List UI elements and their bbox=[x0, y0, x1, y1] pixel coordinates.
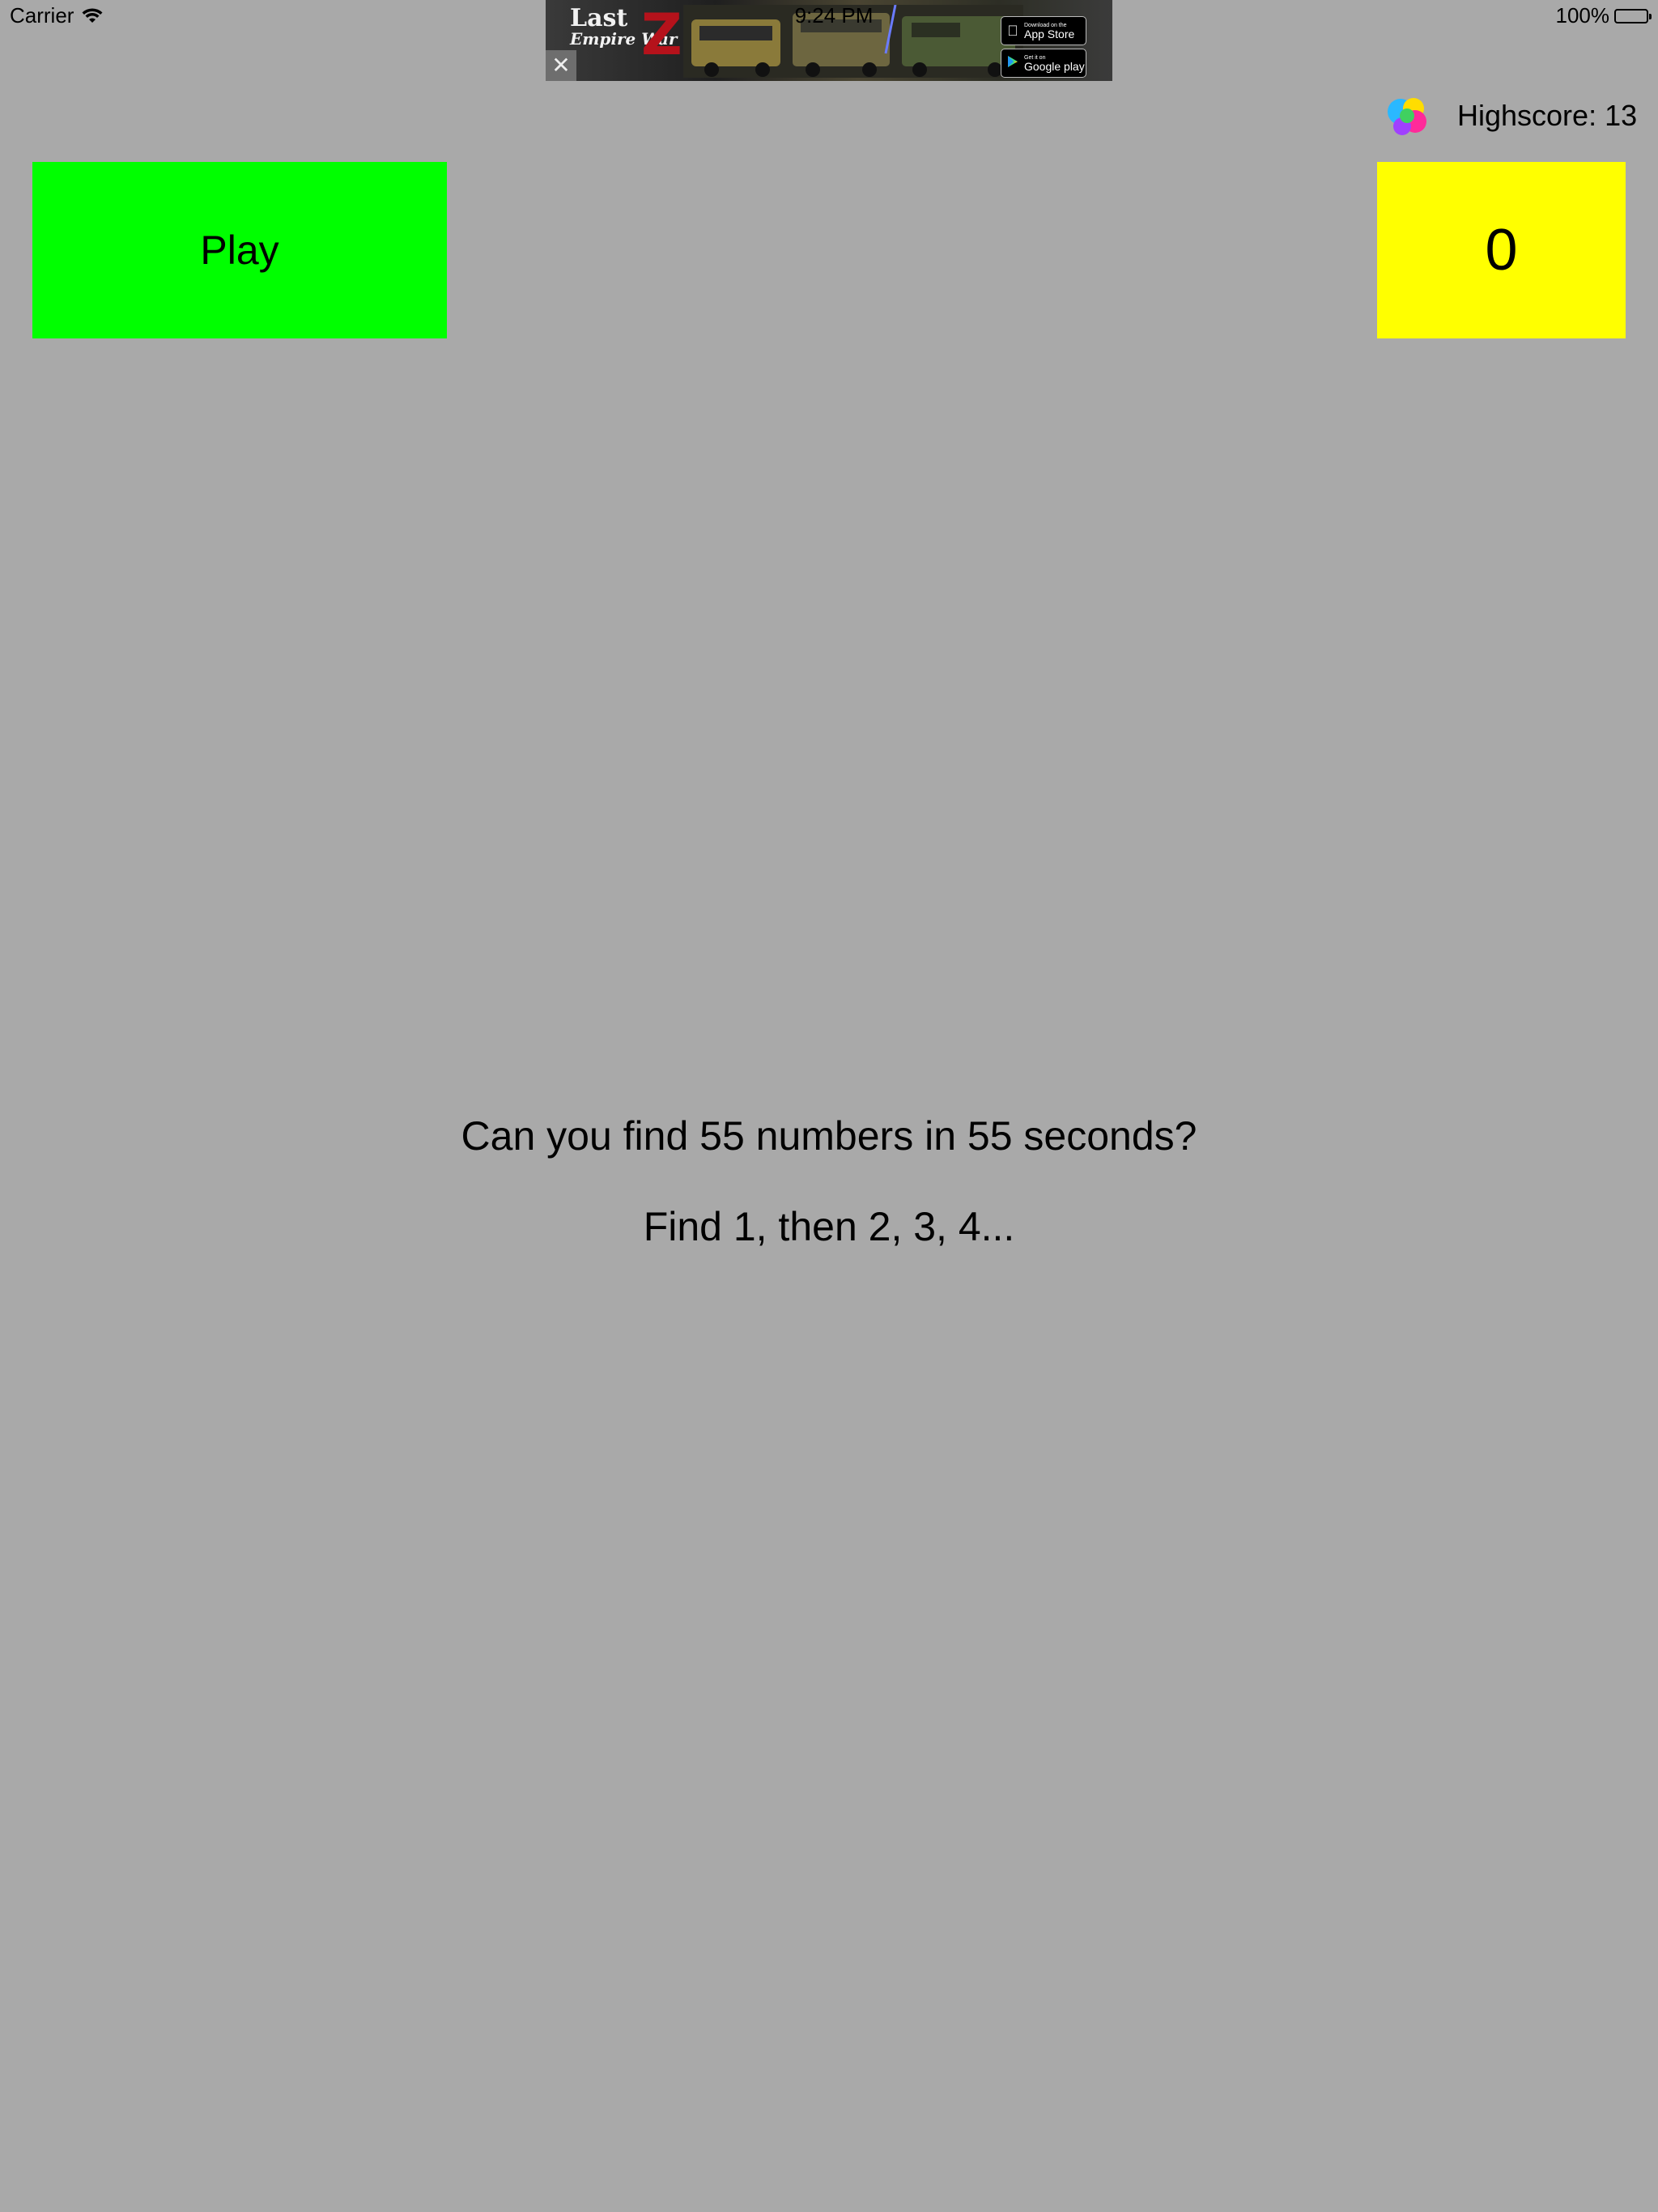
highscore-label: Highscore: 13 bbox=[1457, 99, 1638, 132]
score-value: 0 bbox=[1485, 218, 1518, 283]
instructions: Can you find 55 numbers in 55 seconds? F… bbox=[0, 1116, 1658, 1247]
google-play-icon bbox=[1005, 55, 1021, 72]
play-button[interactable]: Play bbox=[32, 162, 447, 338]
apple-icon:  bbox=[1005, 23, 1021, 40]
battery-icon bbox=[1614, 8, 1652, 23]
carrier-info: Carrier bbox=[10, 3, 103, 28]
instruction-line-1: Can you find 55 numbers in 55 seconds? bbox=[461, 1113, 1197, 1159]
carrier-label: Carrier bbox=[10, 3, 74, 28]
wifi-icon bbox=[82, 7, 103, 24]
status-bar: Carrier 9:24 PM 100% bbox=[0, 0, 1658, 32]
google-big-text: Google play bbox=[1024, 59, 1085, 73]
instruction-line-2: Find 1, then 2, 3, 4... bbox=[643, 1204, 1015, 1249]
ad-close-button[interactable]: ✕ bbox=[546, 50, 576, 81]
ad-game-logo: Last Empire War Z bbox=[570, 2, 691, 68]
battery-percent: 100% bbox=[1555, 3, 1610, 28]
appstore-big-text: App Store bbox=[1024, 27, 1075, 40]
battery-info: 100% bbox=[1555, 3, 1652, 28]
score-display: 0 bbox=[1377, 162, 1626, 338]
google-play-badge[interactable]: Get it on Google play bbox=[1001, 49, 1086, 78]
status-time: 9:24 PM bbox=[794, 3, 874, 28]
appstore-badge[interactable]:  Download on the App Store bbox=[1001, 16, 1086, 45]
game-center-icon[interactable] bbox=[1384, 94, 1431, 141]
ad-logo-letter: Z bbox=[641, 2, 682, 68]
